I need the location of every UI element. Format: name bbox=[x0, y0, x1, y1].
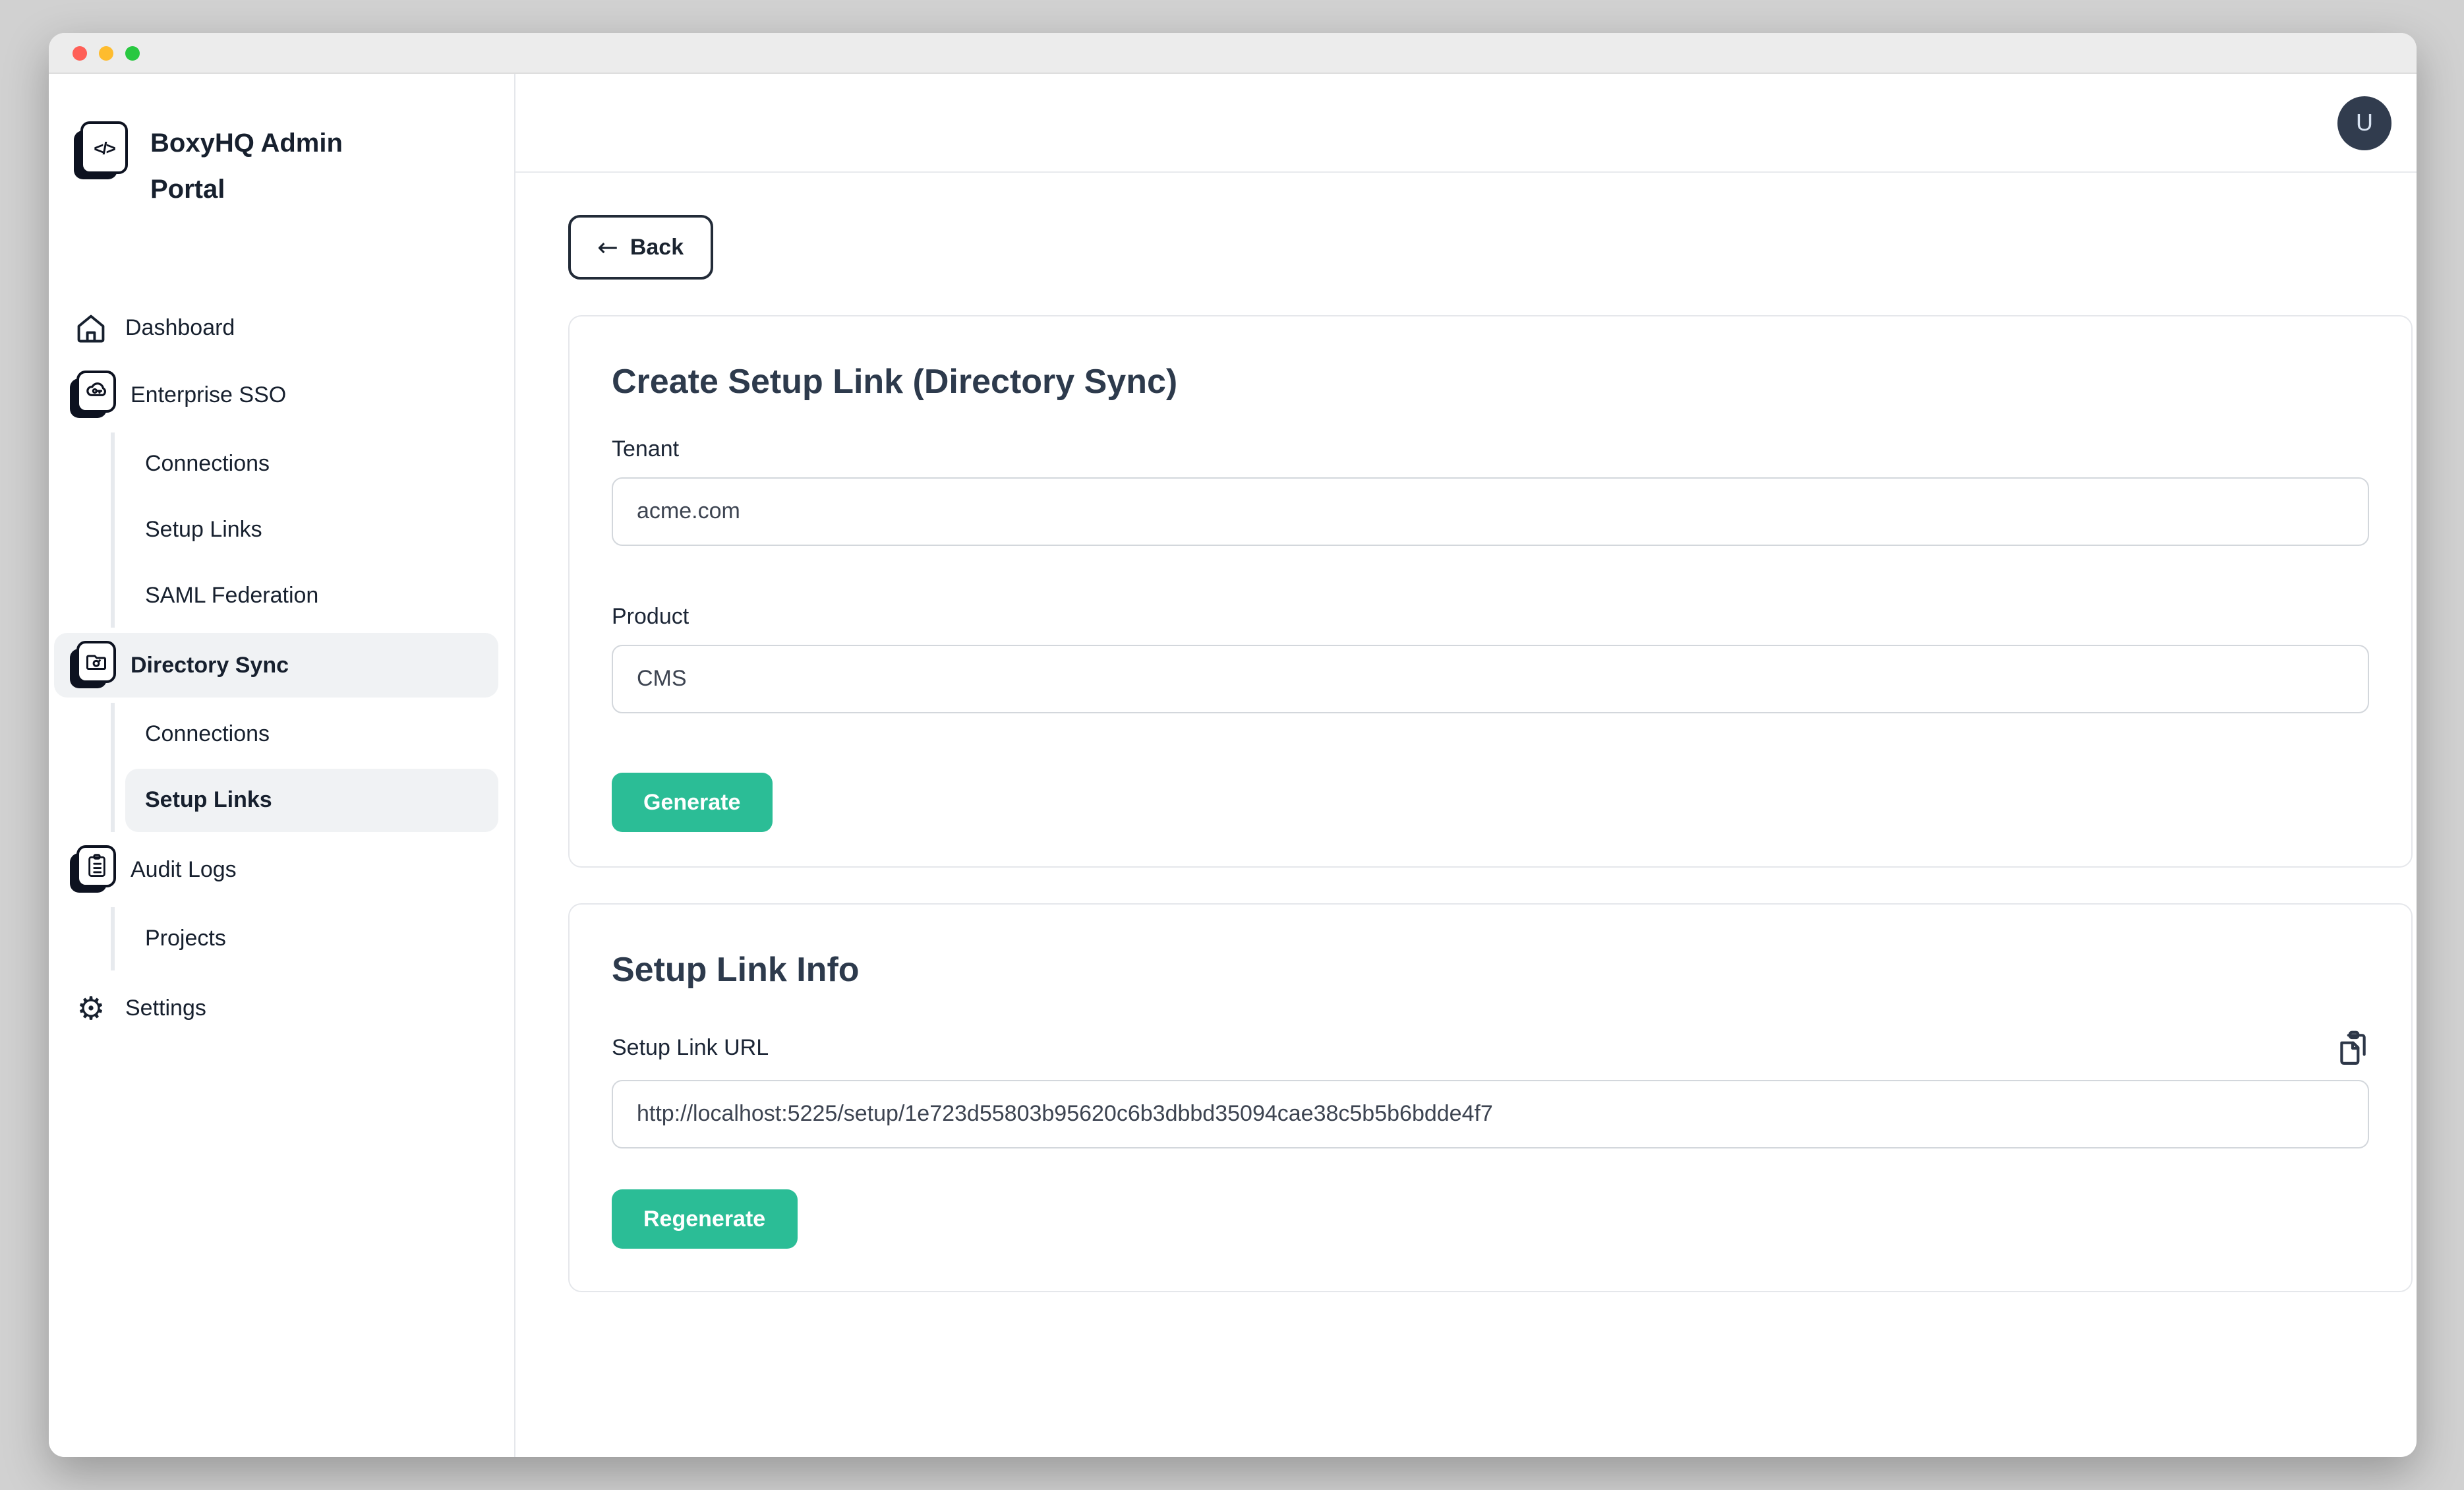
minimize-window-icon[interactable] bbox=[99, 45, 113, 60]
sidebar-item-dsync-connections[interactable]: Connections bbox=[125, 703, 498, 766]
sidebar-nav: Dashboard Enterprise S bbox=[49, 295, 514, 1040]
sidebar-item-label: Connections bbox=[145, 451, 270, 477]
sidebar-item-enterprise-sso[interactable]: Enterprise SSO bbox=[54, 363, 498, 427]
sidebar-item-label: Directory Sync bbox=[131, 652, 289, 678]
sidebar-item-sso-connections[interactable]: Connections bbox=[125, 432, 498, 496]
top-header: U bbox=[515, 74, 2417, 173]
close-window-icon[interactable] bbox=[73, 45, 87, 60]
sidebar-item-label: Settings bbox=[125, 995, 206, 1021]
sidebar-item-label: Audit Logs bbox=[131, 856, 237, 883]
product-label: Product bbox=[612, 604, 2369, 630]
generate-button[interactable]: Generate bbox=[612, 773, 772, 832]
audit-logs-icon bbox=[71, 845, 116, 895]
sidebar-item-label: Setup Links bbox=[145, 787, 272, 814]
info-card-title: Setup Link Info bbox=[612, 949, 2369, 990]
sidebar-item-label: Setup Links bbox=[145, 517, 262, 543]
sidebar: </> BoxyHQ Admin Portal Dashboard bbox=[49, 74, 515, 1457]
home-icon bbox=[71, 311, 111, 345]
avatar-initial: U bbox=[2356, 109, 2373, 136]
app-title: BoxyHQ Admin Portal bbox=[150, 121, 348, 214]
page-content: ← Back Create Setup Link (Directory Sync… bbox=[515, 173, 2417, 1292]
app-window: </> BoxyHQ Admin Portal Dashboard bbox=[49, 33, 2417, 1457]
zoom-window-icon[interactable] bbox=[125, 45, 140, 60]
copy-to-clipboard-button[interactable] bbox=[2336, 1030, 2369, 1065]
back-button-label: Back bbox=[630, 234, 684, 260]
sidebar-item-label: Projects bbox=[145, 926, 226, 952]
product-input[interactable] bbox=[612, 645, 2369, 713]
app-logo[interactable]: </> BoxyHQ Admin Portal bbox=[49, 121, 514, 214]
tenant-label: Tenant bbox=[612, 436, 2369, 463]
sidebar-item-label: Enterprise SSO bbox=[131, 382, 286, 408]
copy-icon bbox=[2336, 1030, 2369, 1065]
sidebar-item-directory-sync[interactable]: Directory Sync bbox=[54, 633, 498, 698]
sidebar-item-saml-federation[interactable]: SAML Federation bbox=[125, 564, 498, 628]
directory-sync-icon bbox=[71, 640, 116, 690]
desktop-background: </> BoxyHQ Admin Portal Dashboard bbox=[0, 0, 2464, 1490]
back-button[interactable]: ← Back bbox=[568, 215, 713, 280]
audit-logs-subnav: Projects bbox=[111, 907, 514, 970]
user-avatar[interactable]: U bbox=[2337, 96, 2391, 150]
tenant-field-group: Tenant bbox=[612, 436, 2369, 546]
back-arrow-icon: ← bbox=[597, 233, 618, 262]
sidebar-item-label: Connections bbox=[145, 721, 270, 748]
setup-link-url-label: Setup Link URL bbox=[612, 1034, 769, 1061]
main-area: U ← Back Create Setup Link (Directory Sy… bbox=[515, 74, 2417, 1457]
enterprise-sso-subnav: Connections Setup Links SAML Federation bbox=[111, 432, 514, 628]
gear-icon: ⚙ bbox=[71, 992, 111, 1024]
sidebar-item-label: SAML Federation bbox=[145, 583, 318, 609]
boxyhq-logo-icon: </> bbox=[75, 121, 128, 182]
directory-sync-subnav: Connections Setup Links bbox=[111, 703, 514, 832]
create-setup-link-card: Create Setup Link (Directory Sync) Tenan… bbox=[568, 315, 2413, 868]
sidebar-item-label: Dashboard bbox=[125, 314, 235, 341]
sidebar-item-dsync-setup-links[interactable]: Setup Links bbox=[125, 769, 498, 832]
sidebar-item-sso-setup-links[interactable]: Setup Links bbox=[125, 498, 498, 562]
sidebar-item-settings[interactable]: ⚙ Settings bbox=[54, 976, 498, 1040]
setup-link-info-card: Setup Link Info Setup Link URL bbox=[568, 903, 2413, 1292]
product-field-group: Product bbox=[612, 604, 2369, 713]
sidebar-item-projects[interactable]: Projects bbox=[125, 907, 498, 970]
create-card-title: Create Setup Link (Directory Sync) bbox=[612, 361, 2369, 402]
sidebar-item-audit-logs[interactable]: Audit Logs bbox=[54, 837, 498, 902]
enterprise-sso-icon bbox=[71, 370, 116, 420]
window-titlebar bbox=[49, 33, 2417, 74]
tenant-input[interactable] bbox=[612, 477, 2369, 546]
url-field-group: Setup Link URL bbox=[612, 1030, 2369, 1148]
setup-link-url-input[interactable] bbox=[612, 1080, 2369, 1148]
sidebar-item-dashboard[interactable]: Dashboard bbox=[54, 295, 498, 360]
regenerate-button[interactable]: Regenerate bbox=[612, 1189, 797, 1249]
